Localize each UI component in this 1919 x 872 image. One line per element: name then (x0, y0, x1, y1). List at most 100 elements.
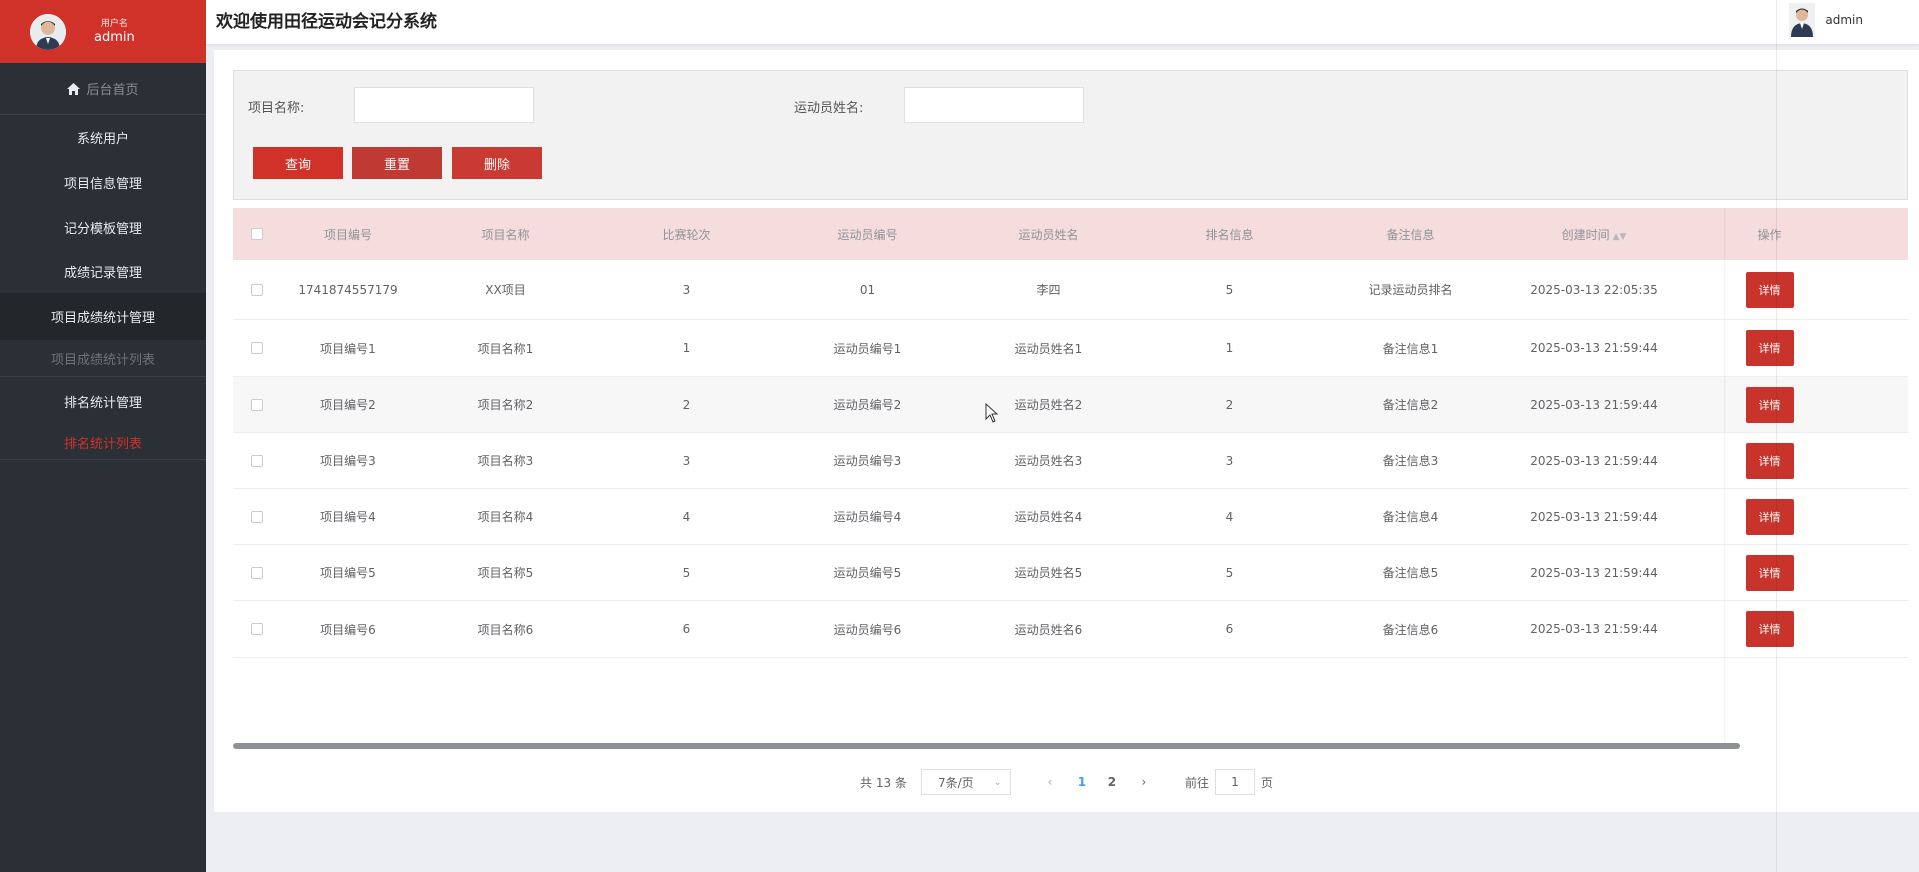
sidebar-item-label: 项目信息管理 (63, 177, 142, 192)
cell-ranking: 4 (1225, 509, 1234, 524)
cell-created-time: 2025-03-13 21:59:44 (1530, 509, 1658, 524)
detail-button[interactable]: 详情 (1745, 330, 1794, 366)
sidebar-item-label: 后台首页 (86, 83, 139, 98)
cell-created-time: 2025-03-13 22:05:35 (1530, 282, 1658, 297)
cell-actions: 详情 (1687, 611, 1852, 647)
col-created-time-label: 创建时间 (1561, 227, 1610, 242)
sidebar-item-label: 排名统计列表 (63, 436, 142, 452)
cell-created-time: 2025-03-13 21:59:44 (1530, 397, 1658, 412)
page-size-value: 7条/页 (937, 775, 974, 790)
athlete-name-input[interactable] (904, 87, 1084, 123)
prev-page-icon[interactable]: ‹ (1041, 775, 1059, 789)
cell-athlete-name: 运动员姓名5 (1014, 566, 1083, 580)
row-checkbox[interactable] (251, 566, 263, 579)
page-size-select[interactable]: 7条/页 ⌄ (920, 769, 1011, 795)
row-select-cell (233, 623, 281, 635)
cell-project-code: 1741874557179 (298, 282, 398, 297)
sidebar-item-project-info[interactable]: 项目信息管理 (0, 160, 206, 205)
sidebar: 用户名 admin 后台首页 系统用户 项目信息管理 记分模板管理 成绩记录管理… (0, 0, 206, 872)
goto-suffix: 页 (1260, 775, 1273, 790)
row-checkbox[interactable] (251, 283, 263, 296)
cell-athlete-code: 运动员编号5 (833, 566, 902, 580)
row-checkbox[interactable] (251, 342, 263, 354)
detail-button[interactable]: 详情 (1745, 442, 1794, 479)
cell-athlete-code: 01 (859, 282, 876, 297)
sidebar-item-score-records[interactable]: 成绩记录管理 (0, 249, 206, 293)
col-actions: 操作 (1757, 227, 1782, 242)
cell-project-name: XX项目 (485, 283, 526, 297)
row-checkbox[interactable] (251, 454, 263, 467)
sidebar-item-ranking-stats[interactable]: 排名统计管理 (0, 377, 206, 425)
cell-athlete-code: 运动员编号4 (833, 510, 902, 524)
detail-button[interactable]: 详情 (1745, 271, 1794, 308)
detail-button[interactable]: 详情 (1745, 386, 1794, 423)
athlete-name-label: 运动员姓名: (794, 101, 864, 116)
sidebar-item-system-users[interactable]: 系统用户 (0, 115, 206, 160)
cell-ranking: 5 (1225, 565, 1234, 580)
detail-button[interactable]: 详情 (1745, 611, 1794, 647)
detail-button[interactable]: 详情 (1745, 498, 1794, 535)
next-page-icon[interactable]: › (1135, 775, 1153, 789)
row-select-cell (233, 454, 281, 467)
query-button[interactable]: 查询 (253, 147, 343, 179)
table-row: 项目编号2 项目名称2 2 运动员编号2 运动员姓名2 2 备注信息2 2025-03-13 … (233, 377, 1908, 433)
header-user-menu[interactable]: admin (1789, 0, 1863, 40)
mouse-cursor-icon (985, 403, 999, 423)
project-name-input[interactable] (354, 87, 534, 123)
overlay-guide-line (1776, 0, 1777, 872)
sidebar-item-label: 项目成绩统计列表 (50, 352, 155, 368)
sidebar-item-label: 成绩记录管理 (63, 265, 142, 281)
cell-created-time: 2025-03-13 21:59:44 (1530, 565, 1658, 580)
page-number[interactable]: 1 (1070, 775, 1094, 789)
header-user-name: admin (1825, 13, 1863, 27)
cell-remark: 备注信息2 (1382, 398, 1439, 412)
sidebar-subitem-project-stats-list[interactable]: 项目成绩统计列表 (0, 340, 206, 377)
cell-remark: 备注信息5 (1382, 566, 1439, 580)
sidebar-item-label: 项目成绩统计管理 (50, 311, 155, 326)
horizontal-scrollbar[interactable] (233, 743, 1740, 749)
cell-project-code: 项目编号5 (320, 566, 376, 580)
user-name: admin (94, 29, 135, 45)
table-body: 1741874557179 XX项目 3 01 李四 5 记录运动员排名 2025-03-13… (233, 260, 1908, 658)
select-all-cell (233, 228, 281, 240)
col-project-name: 项目名称 (481, 227, 530, 242)
cell-athlete-name: 运动员姓名1 (1014, 341, 1083, 356)
cell-round: 3 (682, 453, 691, 468)
row-checkbox[interactable] (251, 398, 263, 411)
cell-project-code: 项目编号3 (320, 454, 376, 468)
page-number[interactable]: 2 (1100, 775, 1124, 789)
delete-button[interactable]: 删除 (452, 147, 542, 179)
sidebar-item-home[interactable]: 后台首页 (0, 63, 206, 115)
cell-actions: 详情 (1687, 442, 1852, 479)
cell-actions: 详情 (1687, 271, 1852, 308)
cell-ranking: 6 (1225, 622, 1234, 636)
goto-page-input[interactable]: 1 (1214, 769, 1255, 795)
cell-created-time: 2025-03-13 21:59:44 (1530, 341, 1658, 355)
detail-button[interactable]: 详情 (1745, 554, 1794, 591)
sidebar-user-card: 用户名 admin (0, 0, 206, 63)
page-title: 欢迎使用田径运动会记分系统 (216, 12, 437, 32)
row-select-cell (233, 566, 281, 579)
sort-icon[interactable]: ▲▼ (1613, 232, 1627, 242)
fixed-column-divider (1724, 208, 1726, 743)
cell-ranking: 2 (1225, 397, 1234, 412)
sidebar-subitem-ranking-list[interactable]: 排名统计列表 (0, 425, 206, 460)
avatar[interactable] (30, 13, 66, 50)
cell-actions: 详情 (1687, 498, 1852, 535)
cell-project-code: 项目编号6 (320, 622, 376, 637)
row-checkbox[interactable] (251, 510, 263, 523)
sidebar-item-project-stats[interactable]: 项目成绩统计管理 (0, 293, 206, 340)
reset-button[interactable]: 重置 (352, 147, 442, 179)
sidebar-item-score-template[interactable]: 记分模板管理 (0, 205, 206, 249)
cell-remark: 备注信息4 (1382, 510, 1439, 524)
top-header: 欢迎使用田径运动会记分系统 admin (206, 0, 1919, 44)
select-all-checkbox[interactable] (251, 228, 263, 240)
cell-athlete-code: 运动员编号3 (833, 454, 902, 468)
cell-project-name: 项目名称5 (477, 566, 534, 580)
chevron-down-icon: ⌄ (993, 776, 1002, 788)
cell-project-name: 项目名称2 (477, 398, 534, 412)
project-name-label: 项目名称: (248, 101, 305, 116)
row-checkbox[interactable] (251, 623, 263, 635)
col-created-time[interactable]: 创建时间 ▲▼ (1501, 226, 1687, 243)
cell-athlete-name: 运动员姓名4 (1014, 510, 1083, 524)
